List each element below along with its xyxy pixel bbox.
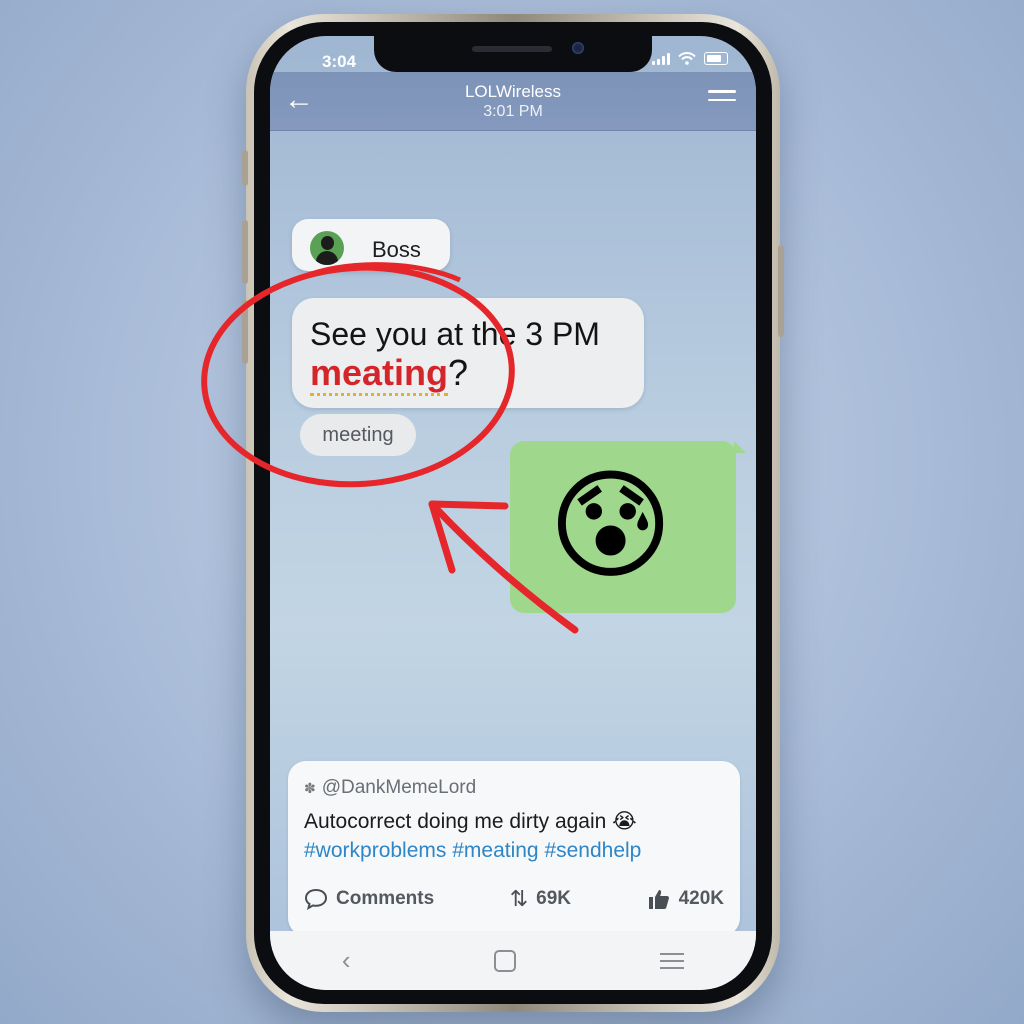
post-body: Autocorrect doing me dirty again 😭: [304, 810, 637, 833]
incoming-message[interactable]: See you at the 3 PM meating?: [292, 298, 644, 408]
like-button[interactable]: 420K: [647, 886, 724, 912]
notch: [374, 36, 652, 72]
front-camera: [572, 42, 584, 54]
thumbs-up-icon: [648, 890, 669, 909]
post-hashtags[interactable]: #workproblems #meating #sendhelp: [304, 839, 641, 863]
sender-bubble[interactable]: Boss: [292, 219, 450, 271]
battery-icon: [704, 52, 728, 65]
chat-header: ← LOLWireless 3:01 PM: [270, 72, 756, 131]
repost-button[interactable]: ⇅ 69K: [510, 886, 571, 912]
comment-icon: [304, 888, 328, 910]
repost-icon: ⇅: [509, 886, 529, 911]
outgoing-emoji-message[interactable]: 😰: [510, 441, 746, 613]
menu-icon[interactable]: [708, 90, 736, 112]
volume-down-button: [242, 300, 248, 364]
user-badge-icon: ✽: [304, 780, 316, 796]
volume-up-button: [242, 220, 248, 284]
message-punctuation: ?: [448, 352, 469, 393]
comments-label: Comments: [336, 888, 435, 909]
status-time: 3:04: [322, 52, 357, 71]
chat-timestamp: 3:01 PM: [483, 103, 543, 120]
avatar[interactable]: [310, 231, 344, 265]
chevron-left-icon[interactable]: ‹: [342, 945, 351, 976]
signal-icon: [652, 52, 670, 65]
post-author-handle: @DankMemeLord: [321, 777, 477, 798]
post-author[interactable]: ✽ @DankMemeLord: [304, 777, 476, 799]
system-nav-bar: ‹: [270, 931, 756, 990]
sender-name: Boss: [372, 237, 421, 262]
mute-switch: [242, 150, 248, 186]
anxious-face-emoji: 😰: [548, 459, 674, 593]
message-text: See you at the 3 PM: [310, 316, 600, 352]
autocorrect-suggestion-chip[interactable]: meeting: [300, 414, 416, 456]
comments-button[interactable]: Comments: [304, 886, 434, 912]
like-count: 420K: [678, 888, 724, 909]
repost-count: 69K: [536, 888, 572, 909]
chat-title: LOLWireless: [464, 82, 562, 101]
earpiece-speaker: [472, 46, 552, 52]
misspelled-word[interactable]: meating: [310, 352, 449, 396]
phone-screen: 3:04 ← LOLWireless 3:01 PM Boss See you …: [270, 36, 756, 990]
power-button: [778, 245, 784, 337]
wifi-icon: [678, 52, 696, 65]
status-icons: [652, 52, 728, 65]
home-square-icon[interactable]: [494, 949, 517, 972]
message-line-2: meating?: [310, 352, 469, 396]
social-post-card[interactable]: ✽ @DankMemeLord Autocorrect doing me dirt…: [288, 761, 740, 936]
post-actions: Comments ⇅ 69K 420K: [304, 886, 724, 912]
recent-apps-icon[interactable]: [660, 948, 685, 974]
